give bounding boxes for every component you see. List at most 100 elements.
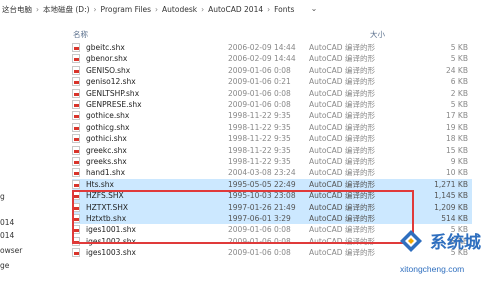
file-date: 2006-02-09 14:44	[228, 43, 296, 52]
shx-file-icon	[72, 191, 80, 201]
file-name: GENPRESE.shx	[86, 100, 142, 109]
file-date: 2009-01-06 0:08	[228, 225, 291, 235]
file-type: AutoCAD 编译的形	[309, 191, 375, 201]
chevron-down-icon[interactable]: ⌄	[308, 3, 320, 15]
file-row[interactable]: hand1.shx 2004-03-08 23:24 AutoCAD 编译的形 10 …	[72, 167, 472, 178]
file-date: 1998-11-22 9:35	[228, 157, 291, 166]
file-size: 5 KB	[450, 43, 468, 52]
breadcrumb-autodesk[interactable]: Autodesk	[162, 5, 197, 14]
shx-file-icon	[72, 43, 80, 52]
nav-item[interactable]: owser	[0, 246, 22, 255]
column-header-name[interactable]: 名称	[73, 28, 88, 42]
shx-file-icon	[72, 100, 80, 109]
shx-file-icon	[72, 157, 80, 166]
file-row[interactable]: GENISO.shx 2009-01-06 0:08 AutoCAD 编译的形 24 …	[72, 65, 472, 76]
chevron-right-icon: ›	[201, 4, 205, 14]
breadcrumb-autocad-2014[interactable]: AutoCAD 2014	[208, 5, 263, 14]
file-row[interactable]: greekc.shx 1998-11-22 9:35 AutoCAD 编译的形 15 …	[72, 145, 472, 156]
file-date: 2009-01-06 0:08	[228, 65, 291, 75]
address-bar[interactable]: 这台电脑 › 本地磁盘 (D:) › Program Files › Autod…	[0, 0, 500, 19]
file-name: gothicg.shx	[86, 122, 130, 132]
nav-item[interactable]: 014	[0, 231, 14, 240]
file-size: 5 KB	[450, 100, 468, 109]
file-date: 1998-11-22 9:35	[228, 145, 291, 155]
file-type: AutoCAD 编译的形	[309, 145, 375, 155]
file-row[interactable]: gbeitc.shx 2006-02-09 14:44 AutoCAD 编译的形 5 …	[72, 42, 472, 53]
breadcrumb-program-files[interactable]: Program Files	[101, 5, 152, 14]
file-name: Hts.shx	[86, 179, 114, 189]
watermark: 系统城 xitongcheng.com	[396, 226, 500, 284]
file-row[interactable]: gothici.shx 1998-11-22 9:35 AutoCAD 编译的形 18…	[72, 133, 472, 144]
file-date: 2009-01-06 0:21	[228, 77, 291, 87]
file-row[interactable]: Hztxtb.shx 1997-06-01 3:29 AutoCAD 编译的形 514…	[72, 213, 472, 225]
file-date: 1998-11-22 9:35	[228, 134, 291, 144]
breadcrumb-local-disk-d[interactable]: 本地磁盘 (D:)	[43, 4, 90, 15]
file-name: iges1002.shx	[86, 236, 136, 246]
file-size: 17 KB	[446, 111, 468, 121]
file-size: 1,145 KB	[434, 191, 468, 201]
breadcrumb: 这台电脑 › 本地磁盘 (D:) › Program Files › Autod…	[2, 2, 294, 16]
file-date: 2004-03-08 23:24	[228, 168, 296, 178]
file-date: 2006-02-09 14:44	[228, 54, 296, 64]
file-type: AutoCAD 编译的形	[309, 168, 375, 178]
file-row[interactable]: gothicg.shx 1998-11-22 9:35 AutoCAD 编译的形 19…	[72, 122, 472, 133]
file-size: 2 KB	[450, 88, 468, 98]
file-date: 1998-11-22 9:35	[228, 122, 291, 132]
file-date: 1998-11-22 9:35	[228, 111, 291, 121]
file-type: AutoCAD 编译的形	[309, 111, 375, 121]
chevron-right-icon: ›	[267, 4, 271, 14]
file-name: HZTXT.SHX	[86, 202, 128, 212]
file-size: 514 KB	[441, 214, 468, 223]
file-type: AutoCAD 编译的形	[309, 202, 375, 212]
logo-icon	[400, 230, 422, 252]
file-date: 1997-06-01 3:29	[228, 214, 291, 223]
file-row[interactable]: geniso12.shx 2009-01-06 0:21 AutoCAD 编译的形 6…	[72, 76, 472, 87]
file-row[interactable]: HZTXT.SHX 1997-01-26 21:49 AutoCAD 编译的形 1,2…	[72, 201, 472, 213]
file-name: GENLTSHP.shx	[86, 88, 140, 98]
file-name: iges1003.shx	[86, 248, 136, 258]
shx-file-icon	[72, 111, 80, 121]
file-type: AutoCAD 编译的形	[309, 77, 375, 87]
file-type: AutoCAD 编译的形	[309, 54, 375, 64]
file-size: 6 KB	[450, 77, 468, 87]
column-header-size[interactable]: 大小	[370, 28, 385, 42]
file-size: 10 KB	[446, 168, 468, 178]
file-name: hand1.shx	[86, 168, 126, 178]
file-date: 2009-01-06 0:08	[228, 88, 291, 98]
file-name: geniso12.shx	[86, 77, 136, 87]
file-type: AutoCAD 编译的形	[309, 100, 375, 109]
chevron-right-icon: ›	[155, 4, 159, 14]
shx-file-icon	[72, 65, 80, 75]
breadcrumb-fonts[interactable]: Fonts	[274, 5, 294, 14]
file-size: 18 KB	[446, 134, 468, 144]
file-date: 1995-10-03 23:08	[228, 191, 296, 201]
shx-file-icon	[72, 122, 80, 132]
file-name: greeks.shx	[86, 157, 127, 166]
file-row[interactable]: GENPRESE.shx 2009-01-06 0:08 AutoCAD 编译的形 5…	[72, 99, 472, 110]
file-row[interactable]: gothice.shx 1998-11-22 9:35 AutoCAD 编译的形 17…	[72, 110, 472, 121]
chevron-right-icon: ›	[36, 4, 39, 14]
breadcrumb-this-pc[interactable]: 这台电脑	[2, 4, 32, 15]
shx-file-icon	[72, 54, 80, 64]
chevron-right-icon: ›	[93, 4, 97, 14]
navigation-pane: g 014 014 owser ge	[0, 18, 61, 284]
file-size: 5 KB	[450, 54, 468, 64]
file-name: gbenor.shx	[86, 54, 128, 64]
file-size: 19 KB	[446, 122, 468, 132]
nav-item[interactable]: g	[0, 192, 5, 201]
file-row[interactable]: greeks.shx 1998-11-22 9:35 AutoCAD 编译的形 9 K…	[72, 156, 472, 167]
file-name: greekc.shx	[86, 145, 127, 155]
watermark-title: 系统城	[430, 233, 481, 253]
shx-file-icon	[72, 145, 80, 155]
file-row[interactable]: HZFS.SHX 1995-10-03 23:08 AutoCAD 编译的形 1,14…	[72, 190, 472, 202]
shx-file-icon	[72, 88, 80, 98]
file-size: 9 KB	[450, 157, 468, 166]
shx-file-icon	[72, 168, 80, 178]
nav-item[interactable]: 014	[0, 218, 14, 227]
file-type: AutoCAD 编译的形	[309, 134, 375, 144]
file-row[interactable]: Hts.shx 1995-05-05 22:49 AutoCAD 编译的形 1,271…	[72, 178, 472, 191]
file-row[interactable]: GENLTSHP.shx 2009-01-06 0:08 AutoCAD 编译的形 2…	[72, 88, 472, 99]
file-date: 2009-01-06 0:08	[228, 248, 291, 258]
file-row[interactable]: gbenor.shx 2006-02-09 14:44 AutoCAD 编译的形 5 …	[72, 53, 472, 64]
nav-item[interactable]: ge	[0, 261, 9, 270]
